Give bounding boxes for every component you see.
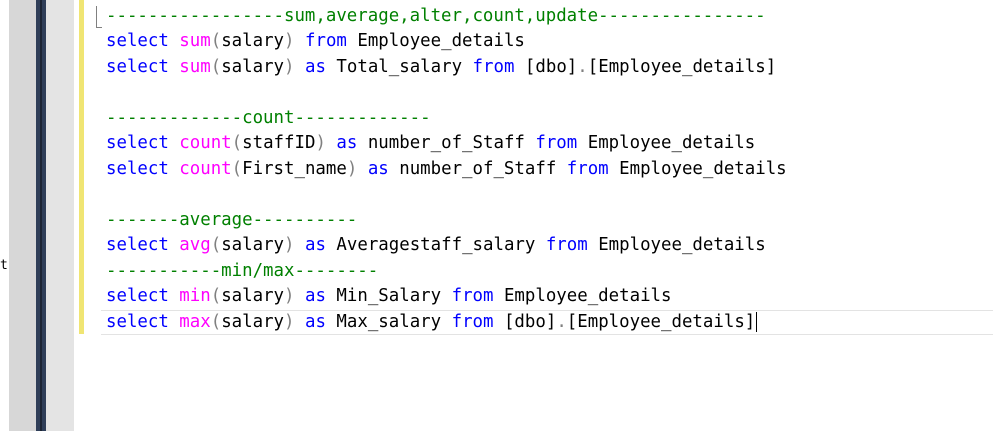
sql-identifier — [295, 57, 305, 77]
panel-splitter[interactable] — [9, 0, 36, 431]
sql-keyword: select — [106, 286, 180, 306]
sql-keyword: as — [305, 235, 326, 255]
sql-comment: -----------min/max-------- — [106, 261, 379, 281]
sql-keyword: from — [545, 235, 588, 255]
sql-keyword: select — [106, 159, 180, 179]
sql-identifier — [326, 133, 336, 153]
sql-keyword: from — [451, 286, 494, 306]
sql-keyword: select — [106, 312, 180, 332]
sql-identifier — [295, 31, 305, 51]
sql-punctuation: ( — [210, 286, 222, 306]
sql-identifier: [dbo] — [493, 312, 557, 332]
sql-keyword: from — [451, 312, 494, 332]
sql-punctuation: ( — [210, 31, 222, 51]
sql-identifier: Max_salary — [325, 312, 452, 332]
window-border-inner — [40, 0, 42, 431]
code-line[interactable]: -------------count------------- — [106, 106, 431, 131]
sql-identifier — [295, 312, 305, 332]
sql-identifier — [295, 235, 305, 255]
code-line[interactable]: -----------------sum,average,alter,count… — [106, 4, 766, 29]
sql-identifier: [Employee_details] — [566, 312, 756, 332]
sql-punctuation: ( — [210, 235, 222, 255]
sql-punctuation: ( — [210, 312, 222, 332]
sql-identifier: First_name — [242, 159, 347, 179]
sql-punctuation: ) — [315, 133, 326, 153]
code-line[interactable]: select sum(salary) from Employee_details — [106, 29, 525, 54]
sql-punctuation: ( — [231, 133, 243, 153]
sql-keyword: select — [106, 235, 180, 255]
sql-identifier: Averagestaff_salary — [325, 235, 546, 255]
sql-function: max — [179, 312, 211, 332]
sql-function: avg — [179, 235, 211, 255]
sql-keyword: as — [305, 57, 326, 77]
code-line[interactable]: select count(staffID) as number_of_Staff… — [106, 131, 755, 156]
sql-identifier: [Employee_details] — [587, 57, 777, 77]
sql-comment: -------average---------- — [106, 210, 358, 230]
sql-keyword: as — [305, 312, 326, 332]
sql-editor-window: t -----------------sum,average,alter,cou… — [0, 0, 993, 431]
sql-identifier: Min_Salary — [325, 286, 452, 306]
sql-punctuation: ) — [284, 235, 295, 255]
sql-identifier: salary — [221, 57, 285, 77]
sql-function: min — [179, 286, 211, 306]
sql-punctuation: ( — [231, 159, 243, 179]
sql-punctuation: ) — [284, 31, 295, 51]
code-line[interactable]: -----------min/max-------- — [106, 259, 378, 284]
text-caret — [756, 312, 758, 332]
sql-keyword: from — [535, 133, 578, 153]
sql-keyword: as — [305, 286, 326, 306]
sql-punctuation: . — [577, 57, 588, 77]
sql-punctuation: ) — [284, 312, 295, 332]
sql-identifier — [295, 286, 305, 306]
sql-identifier — [357, 159, 367, 179]
sql-keyword: from — [566, 159, 609, 179]
sql-identifier: Employee_details — [577, 133, 756, 153]
sql-function: count — [179, 159, 232, 179]
sql-identifier: Total_salary — [325, 57, 473, 77]
sql-keyword: from — [472, 57, 515, 77]
sql-identifier: salary — [221, 312, 285, 332]
sql-punctuation: . — [556, 312, 567, 332]
sql-identifier: number_of_Staff — [357, 133, 536, 153]
sql-keyword: select — [106, 57, 180, 77]
sql-function: count — [179, 133, 232, 153]
object-explorer-panel: t — [0, 0, 9, 431]
code-line[interactable]: select sum(salary) as Total_salary from … — [106, 55, 776, 80]
sql-comment: -------------count------------- — [106, 108, 431, 128]
code-line[interactable]: select count(First_name) as number_of_St… — [106, 157, 787, 182]
sql-keyword: as — [367, 159, 389, 179]
sql-identifier: Employee_details — [493, 286, 672, 306]
editor-selection-margin[interactable] — [46, 0, 74, 431]
outline-collapse-tick — [96, 27, 102, 28]
sql-function: sum — [179, 31, 211, 51]
sql-identifier: staffID — [242, 133, 316, 153]
sql-keyword: from — [305, 31, 347, 51]
sql-punctuation: ( — [210, 57, 222, 77]
sql-punctuation: ) — [284, 57, 295, 77]
clipped-explorer-text: t — [0, 258, 8, 273]
sql-identifier: salary — [221, 286, 285, 306]
sql-identifier: salary — [221, 31, 285, 51]
sql-keyword: select — [106, 133, 180, 153]
unsaved-change-indicator — [79, 0, 84, 334]
sql-comment: -----------------sum,average,alter,count… — [106, 6, 766, 26]
sql-keyword: as — [336, 133, 358, 153]
sql-identifier: [dbo] — [514, 57, 578, 77]
sql-keyword: select — [106, 31, 180, 51]
sql-identifier: number_of_Staff — [388, 159, 567, 179]
code-line[interactable]: select avg(salary) as Averagestaff_salar… — [106, 233, 766, 258]
sql-punctuation: ) — [346, 159, 358, 179]
sql-function: sum — [179, 57, 211, 77]
sql-identifier: Employee_details — [346, 31, 525, 51]
code-line[interactable]: -------average---------- — [106, 208, 357, 233]
sql-identifier: Employee_details — [587, 235, 766, 255]
outline-collapse-line[interactable] — [96, 6, 97, 28]
sql-identifier: Employee_details — [608, 159, 787, 179]
sql-punctuation: ) — [284, 286, 295, 306]
code-line[interactable]: select max(salary) as Max_salary from [d… — [106, 310, 758, 335]
code-line[interactable]: select min(salary) as Min_Salary from Em… — [106, 284, 671, 309]
sql-identifier: salary — [221, 235, 285, 255]
